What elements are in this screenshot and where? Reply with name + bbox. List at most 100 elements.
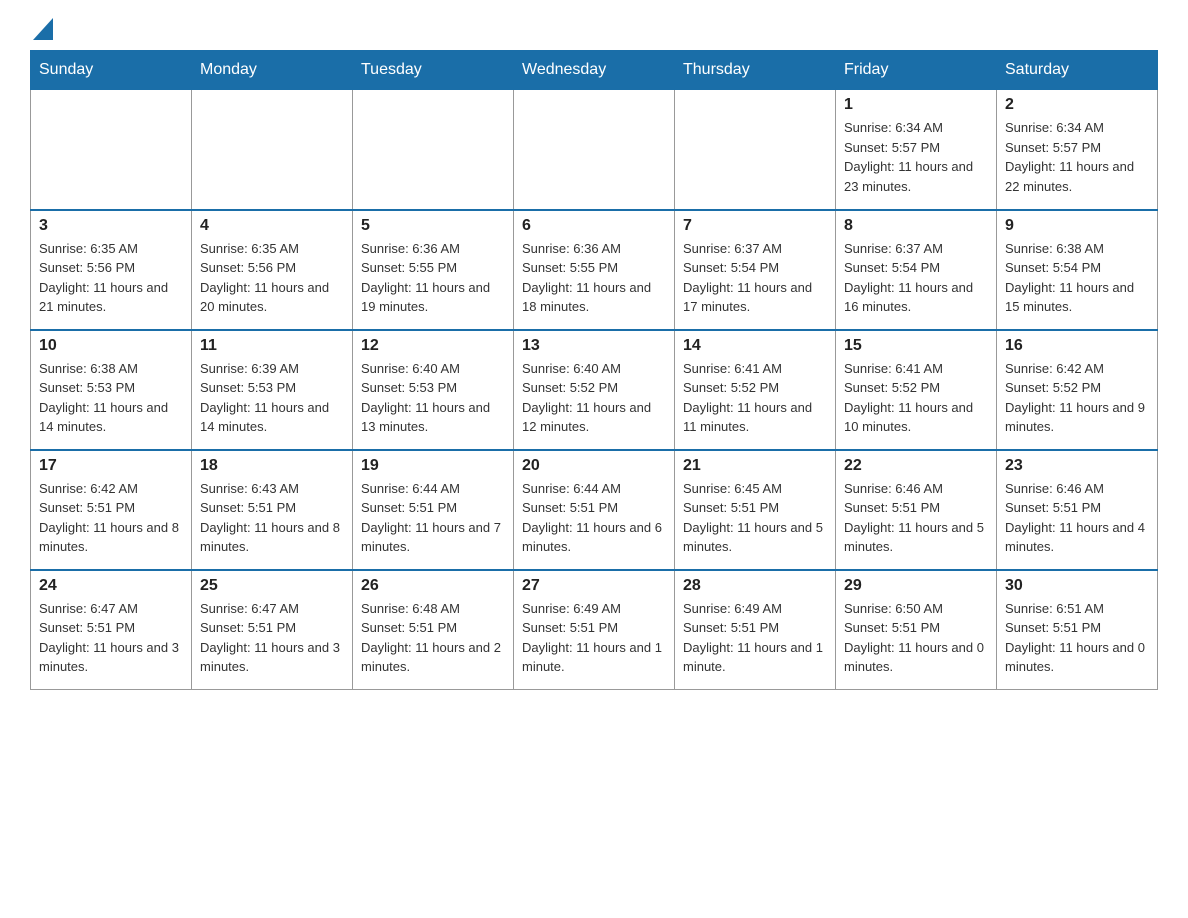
- calendar-cell: 24 Sunrise: 6:47 AMSunset: 5:51 PMDayligh…: [31, 570, 192, 690]
- day-info: Sunrise: 6:43 AMSunset: 5:51 PMDaylight:…: [200, 479, 344, 557]
- calendar-cell: 2Sunrise: 6:34 AMSunset: 5:57 PMDaylight…: [997, 90, 1158, 210]
- day-info: Sunrise: 6:38 AMSunset: 5:53 PMDaylight:…: [39, 359, 183, 437]
- calendar-cell: 7 Sunrise: 6:37 AMSunset: 5:54 PMDaylight…: [675, 210, 836, 330]
- calendar-cell: 10 Sunrise: 6:38 AMSunset: 5:53 PMDayligh…: [31, 330, 192, 450]
- day-info: Sunrise: 6:37 AMSunset: 5:54 PMDaylight:…: [683, 239, 827, 317]
- calendar-cell: [675, 90, 836, 210]
- calendar-cell: 3 Sunrise: 6:35 AMSunset: 5:56 PMDaylight…: [31, 210, 192, 330]
- day-number: 9: [1005, 217, 1149, 235]
- weekday-header-sunday: Sunday: [31, 51, 192, 90]
- day-info: Sunrise: 6:46 AMSunset: 5:51 PMDaylight:…: [1005, 479, 1149, 557]
- day-number: 16: [1005, 337, 1149, 355]
- week-row-5: 24 Sunrise: 6:47 AMSunset: 5:51 PMDayligh…: [31, 570, 1158, 690]
- day-number: 17: [39, 457, 183, 475]
- day-number: 20: [522, 457, 666, 475]
- day-number: 27: [522, 577, 666, 595]
- day-info: Sunrise: 6:49 AMSunset: 5:51 PMDaylight:…: [683, 599, 827, 677]
- day-number: 28: [683, 577, 827, 595]
- weekday-header-tuesday: Tuesday: [353, 51, 514, 90]
- day-info: Sunrise: 6:47 AMSunset: 5:51 PMDaylight:…: [39, 599, 183, 677]
- calendar-cell: 5 Sunrise: 6:36 AMSunset: 5:55 PMDaylight…: [353, 210, 514, 330]
- day-number: 19: [361, 457, 505, 475]
- day-info: Sunrise: 6:45 AMSunset: 5:51 PMDaylight:…: [683, 479, 827, 557]
- day-info: Sunrise: 6:36 AMSunset: 5:55 PMDaylight:…: [522, 239, 666, 317]
- calendar-cell: 25 Sunrise: 6:47 AMSunset: 5:51 PMDayligh…: [192, 570, 353, 690]
- calendar-cell: 21 Sunrise: 6:45 AMSunset: 5:51 PMDayligh…: [675, 450, 836, 570]
- calendar-cell: 1Sunrise: 6:34 AMSunset: 5:57 PMDaylight…: [836, 90, 997, 210]
- page-header: [30, 20, 1158, 40]
- logo-triangle-icon: [33, 18, 53, 40]
- day-number: 26: [361, 577, 505, 595]
- day-number: 29: [844, 577, 988, 595]
- day-info: Sunrise: 6:35 AMSunset: 5:56 PMDaylight:…: [39, 239, 183, 317]
- day-info: Sunrise: 6:35 AMSunset: 5:56 PMDaylight:…: [200, 239, 344, 317]
- day-number: 3: [39, 217, 183, 235]
- day-number: 13: [522, 337, 666, 355]
- calendar-cell: [192, 90, 353, 210]
- day-number: 22: [844, 457, 988, 475]
- calendar-cell: 15Sunrise: 6:41 AMSunset: 5:52 PMDayligh…: [836, 330, 997, 450]
- day-info: Sunrise: 6:47 AMSunset: 5:51 PMDaylight:…: [200, 599, 344, 677]
- week-row-3: 10 Sunrise: 6:38 AMSunset: 5:53 PMDayligh…: [31, 330, 1158, 450]
- calendar-cell: 16 Sunrise: 6:42 AMSunset: 5:52 PMDayligh…: [997, 330, 1158, 450]
- weekday-header-saturday: Saturday: [997, 51, 1158, 90]
- calendar-cell: 19 Sunrise: 6:44 AMSunset: 5:51 PMDayligh…: [353, 450, 514, 570]
- day-info: Sunrise: 6:50 AMSunset: 5:51 PMDaylight:…: [844, 599, 988, 677]
- day-info: Sunrise: 6:51 AMSunset: 5:51 PMDaylight:…: [1005, 599, 1149, 677]
- weekday-header-wednesday: Wednesday: [514, 51, 675, 90]
- calendar-cell: 18 Sunrise: 6:43 AMSunset: 5:51 PMDayligh…: [192, 450, 353, 570]
- day-number: 25: [200, 577, 344, 595]
- week-row-4: 17 Sunrise: 6:42 AMSunset: 5:51 PMDayligh…: [31, 450, 1158, 570]
- day-number: 5: [361, 217, 505, 235]
- calendar-cell: 11 Sunrise: 6:39 AMSunset: 5:53 PMDayligh…: [192, 330, 353, 450]
- calendar-cell: 26 Sunrise: 6:48 AMSunset: 5:51 PMDayligh…: [353, 570, 514, 690]
- logo: [30, 20, 53, 40]
- day-number: 23: [1005, 457, 1149, 475]
- day-info: Sunrise: 6:44 AMSunset: 5:51 PMDaylight:…: [361, 479, 505, 557]
- calendar-cell: 9 Sunrise: 6:38 AMSunset: 5:54 PMDaylight…: [997, 210, 1158, 330]
- calendar-cell: 30 Sunrise: 6:51 AMSunset: 5:51 PMDayligh…: [997, 570, 1158, 690]
- day-number: 12: [361, 337, 505, 355]
- day-info: Sunrise: 6:41 AMSunset: 5:52 PMDaylight:…: [683, 359, 827, 437]
- calendar-cell: 8 Sunrise: 6:37 AMSunset: 5:54 PMDaylight…: [836, 210, 997, 330]
- day-info: Sunrise: 6:36 AMSunset: 5:55 PMDaylight:…: [361, 239, 505, 317]
- day-info: Sunrise: 6:48 AMSunset: 5:51 PMDaylight:…: [361, 599, 505, 677]
- calendar-cell: [514, 90, 675, 210]
- day-number: 7: [683, 217, 827, 235]
- week-row-2: 3 Sunrise: 6:35 AMSunset: 5:56 PMDaylight…: [31, 210, 1158, 330]
- day-number: 18: [200, 457, 344, 475]
- calendar-cell: 17 Sunrise: 6:42 AMSunset: 5:51 PMDayligh…: [31, 450, 192, 570]
- day-number: 1: [844, 96, 988, 114]
- calendar-cell: 22Sunrise: 6:46 AMSunset: 5:51 PMDayligh…: [836, 450, 997, 570]
- calendar-cell: 29 Sunrise: 6:50 AMSunset: 5:51 PMDayligh…: [836, 570, 997, 690]
- calendar-cell: 12 Sunrise: 6:40 AMSunset: 5:53 PMDayligh…: [353, 330, 514, 450]
- weekday-header-monday: Monday: [192, 51, 353, 90]
- day-number: 11: [200, 337, 344, 355]
- day-info: Sunrise: 6:40 AMSunset: 5:53 PMDaylight:…: [361, 359, 505, 437]
- day-number: 15: [844, 337, 988, 355]
- day-info: Sunrise: 6:49 AMSunset: 5:51 PMDaylight:…: [522, 599, 666, 677]
- day-info: Sunrise: 6:38 AMSunset: 5:54 PMDaylight:…: [1005, 239, 1149, 317]
- day-number: 21: [683, 457, 827, 475]
- calendar-cell: 6Sunrise: 6:36 AMSunset: 5:55 PMDaylight…: [514, 210, 675, 330]
- calendar-cell: [31, 90, 192, 210]
- day-number: 30: [1005, 577, 1149, 595]
- day-info: Sunrise: 6:42 AMSunset: 5:52 PMDaylight:…: [1005, 359, 1149, 437]
- day-number: 2: [1005, 96, 1149, 114]
- weekday-header-row: SundayMondayTuesdayWednesdayThursdayFrid…: [31, 51, 1158, 90]
- calendar-cell: 20Sunrise: 6:44 AMSunset: 5:51 PMDayligh…: [514, 450, 675, 570]
- day-info: Sunrise: 6:40 AMSunset: 5:52 PMDaylight:…: [522, 359, 666, 437]
- day-info: Sunrise: 6:39 AMSunset: 5:53 PMDaylight:…: [200, 359, 344, 437]
- calendar-cell: 13 Sunrise: 6:40 AMSunset: 5:52 PMDayligh…: [514, 330, 675, 450]
- calendar-table: SundayMondayTuesdayWednesdayThursdayFrid…: [30, 50, 1158, 690]
- day-number: 8: [844, 217, 988, 235]
- day-number: 24: [39, 577, 183, 595]
- calendar-cell: 28 Sunrise: 6:49 AMSunset: 5:51 PMDayligh…: [675, 570, 836, 690]
- calendar-cell: 4Sunrise: 6:35 AMSunset: 5:56 PMDaylight…: [192, 210, 353, 330]
- day-info: Sunrise: 6:42 AMSunset: 5:51 PMDaylight:…: [39, 479, 183, 557]
- week-row-1: 1Sunrise: 6:34 AMSunset: 5:57 PMDaylight…: [31, 90, 1158, 210]
- day-number: 10: [39, 337, 183, 355]
- calendar-cell: 23 Sunrise: 6:46 AMSunset: 5:51 PMDayligh…: [997, 450, 1158, 570]
- calendar-cell: 27 Sunrise: 6:49 AMSunset: 5:51 PMDayligh…: [514, 570, 675, 690]
- day-info: Sunrise: 6:37 AMSunset: 5:54 PMDaylight:…: [844, 239, 988, 317]
